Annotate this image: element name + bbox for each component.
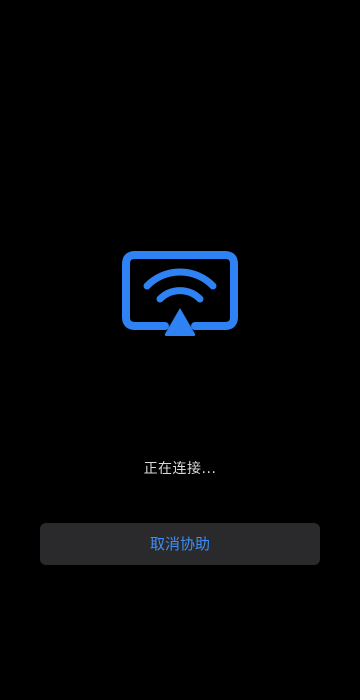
cancel-assist-button[interactable]: 取消协助 <box>40 523 320 565</box>
screen-cast-icon <box>121 250 239 342</box>
connecting-screen: 正在连接... 取消协助 <box>0 0 360 700</box>
connecting-status-text: 正在连接... <box>143 461 217 477</box>
